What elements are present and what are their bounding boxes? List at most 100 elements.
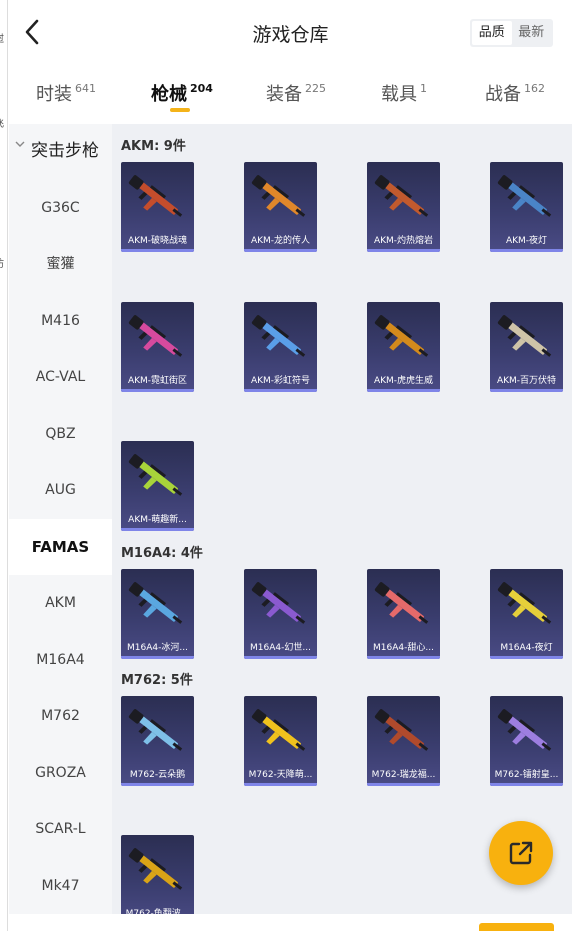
share-button[interactable]	[489, 821, 553, 885]
rifle-icon	[128, 709, 183, 751]
share-external-icon	[509, 841, 533, 865]
sort-by-newest[interactable]: 最新	[512, 21, 552, 45]
weapon-skin-name: M16A4-冰河...	[127, 643, 188, 653]
weapon-skin-name: M762-云朵鹅	[129, 770, 186, 780]
section-title: AKM: 9件	[121, 139, 186, 154]
weapon-skin-name: M762-鱼翻波...	[125, 909, 190, 914]
rifle-icon	[251, 175, 306, 217]
rifle-icon	[128, 848, 183, 890]
sidebar-item-groza[interactable]: GROZA	[9, 745, 112, 801]
weapon-skin-card[interactable]: AKM-彩虹符号	[244, 302, 317, 392]
weapon-skin-name: M16A4-幻世...	[250, 643, 311, 653]
tab-firearms[interactable]: 枪械 204	[151, 80, 213, 106]
section-title: M16A4: 4件	[121, 546, 203, 561]
header: 游戏仓库 品质 最新	[9, 0, 572, 66]
category-tabs: 时装 641 枪械 204 装备 225 载具 1 战备 162	[9, 66, 572, 124]
back-button[interactable]	[21, 18, 43, 46]
rifle-icon	[251, 709, 306, 751]
weapon-skin-card[interactable]: M762-镭射皇...	[490, 696, 563, 786]
sidebar-category-assault-rifles[interactable]: 突击步枪	[15, 136, 99, 161]
chevron-left-icon	[25, 19, 39, 45]
weapon-skin-card[interactable]: AKM-百万伏特	[490, 302, 563, 392]
sidebar-item-g36c[interactable]: G36C	[9, 180, 112, 236]
rifle-icon	[374, 175, 429, 217]
sort-by-quality[interactable]: 品质	[472, 21, 512, 45]
sidebar-item-qbz[interactable]: QBZ	[9, 406, 112, 462]
weapon-sidebar: 突击步枪 G36C 蜜獾 M416 AC-VAL QBZ AUG FAMAS AKM M16A4…	[9, 124, 112, 914]
active-tab-indicator	[170, 108, 190, 112]
tab-vehicles[interactable]: 载具 1	[381, 80, 427, 106]
sidebar-item-m762[interactable]: M762	[9, 688, 112, 744]
tab-outfits[interactable]: 时装 641	[36, 80, 96, 106]
weapon-skin-name: AKM-霓虹街区	[127, 376, 188, 386]
weapon-skin-name: M762-镭射皇...	[494, 770, 559, 780]
rifle-icon	[128, 582, 183, 624]
bottom-bar	[9, 914, 572, 931]
weapon-skin-name: AKM-虎虎生威	[373, 376, 434, 386]
weapon-grid: AKM: 9件 AKM-破晓战魂 AKM-龙的传人 AKM-灼热熔岩 AKM-夜灯 AKM…	[112, 124, 572, 914]
weapon-skin-card[interactable]: M16A4-甜心...	[367, 569, 440, 659]
tab-count: 641	[75, 82, 96, 95]
weapon-skin-card[interactable]: M762-天降萌...	[244, 696, 317, 786]
chevron-down-icon	[15, 141, 25, 147]
section-title: M762: 5件	[121, 673, 193, 688]
weapon-skin-name: AKM-破晓战魂	[127, 236, 188, 246]
rifle-icon	[128, 315, 183, 357]
sidebar-item-m16a4[interactable]: M16A4	[9, 632, 112, 688]
weapon-skin-name: AKM-龙的传人	[250, 236, 311, 246]
weapon-skin-card[interactable]: M762-瑞龙福...	[367, 696, 440, 786]
sidebar-item-ac-val[interactable]: AC-VAL	[9, 349, 112, 405]
rifle-icon	[497, 175, 552, 217]
rifle-icon	[128, 454, 183, 496]
weapon-skin-card[interactable]: AKM-夜灯	[490, 162, 563, 252]
weapon-skin-name: AKM-灼热熔岩	[373, 236, 434, 246]
weapon-skin-card[interactable]: AKM-灼热熔岩	[367, 162, 440, 252]
weapon-skin-card[interactable]: M762-鱼翻波...	[121, 835, 194, 914]
rifle-icon	[497, 582, 552, 624]
tab-count: 162	[524, 82, 545, 95]
tab-label: 战备	[485, 84, 521, 105]
tab-label: 载具	[381, 84, 417, 105]
weapon-skin-card[interactable]: AKM-霓虹街区	[121, 302, 194, 392]
sidebar-item-akm[interactable]: AKM	[9, 575, 112, 631]
weapon-skin-name: M762-天降萌...	[248, 770, 313, 780]
sort-toggle: 品质 最新	[470, 19, 553, 47]
bottom-action-button[interactable]	[479, 923, 554, 931]
tab-label: 时装	[36, 84, 72, 105]
rifle-icon	[251, 315, 306, 357]
rifle-icon	[374, 709, 429, 751]
weapon-skin-card[interactable]: AKM-破晓战魂	[121, 162, 194, 252]
weapon-skin-name: AKM-夜灯	[505, 236, 548, 246]
sidebar-item-aug[interactable]: AUG	[9, 462, 112, 518]
tab-equipment[interactable]: 装备 225	[266, 80, 326, 106]
sidebar-item-scar-l[interactable]: SCAR-L	[9, 801, 112, 857]
rifle-icon	[374, 315, 429, 357]
weapon-skin-card[interactable]: M16A4-幻世...	[244, 569, 317, 659]
rifle-icon	[497, 315, 552, 357]
rifle-icon	[374, 582, 429, 624]
sidebar-item-mk47[interactable]: Mk47	[9, 858, 112, 914]
tab-count: 225	[305, 82, 326, 95]
game-warehouse-app: 游戏仓库 品质 最新 时装 641 枪械 204 装备 225 载具 1 战备 162 突…	[9, 0, 572, 931]
background-app-edge: 挝飞坊	[0, 0, 8, 931]
weapon-skin-name: M762-瑞龙福...	[371, 770, 436, 780]
tab-label: 枪械	[151, 84, 187, 105]
rifle-icon	[251, 582, 306, 624]
sidebar-item-famas[interactable]: FAMAS	[9, 519, 112, 575]
tab-count: 204	[190, 82, 213, 95]
sidebar-item-[interactable]: 蜜獾	[9, 236, 112, 292]
weapon-skin-card[interactable]: AKM-萌趣新...	[121, 441, 194, 531]
weapon-skin-name: AKM-百万伏特	[496, 376, 557, 386]
weapon-skin-card[interactable]: M762-云朵鹅	[121, 696, 194, 786]
weapon-skin-card[interactable]: AKM-龙的传人	[244, 162, 317, 252]
weapon-skin-name: M16A4-甜心...	[373, 643, 434, 653]
sidebar-item-m416[interactable]: M416	[9, 293, 112, 349]
tab-label: 装备	[266, 84, 302, 105]
tab-supplies[interactable]: 战备 162	[485, 80, 545, 106]
weapon-skin-card[interactable]: AKM-虎虎生威	[367, 302, 440, 392]
weapon-skin-card[interactable]: M16A4-夜灯	[490, 569, 563, 659]
rifle-icon	[497, 709, 552, 751]
weapon-skin-card[interactable]: M16A4-冰河...	[121, 569, 194, 659]
tab-count: 1	[420, 82, 427, 95]
weapon-skin-name: AKM-彩虹符号	[250, 376, 311, 386]
